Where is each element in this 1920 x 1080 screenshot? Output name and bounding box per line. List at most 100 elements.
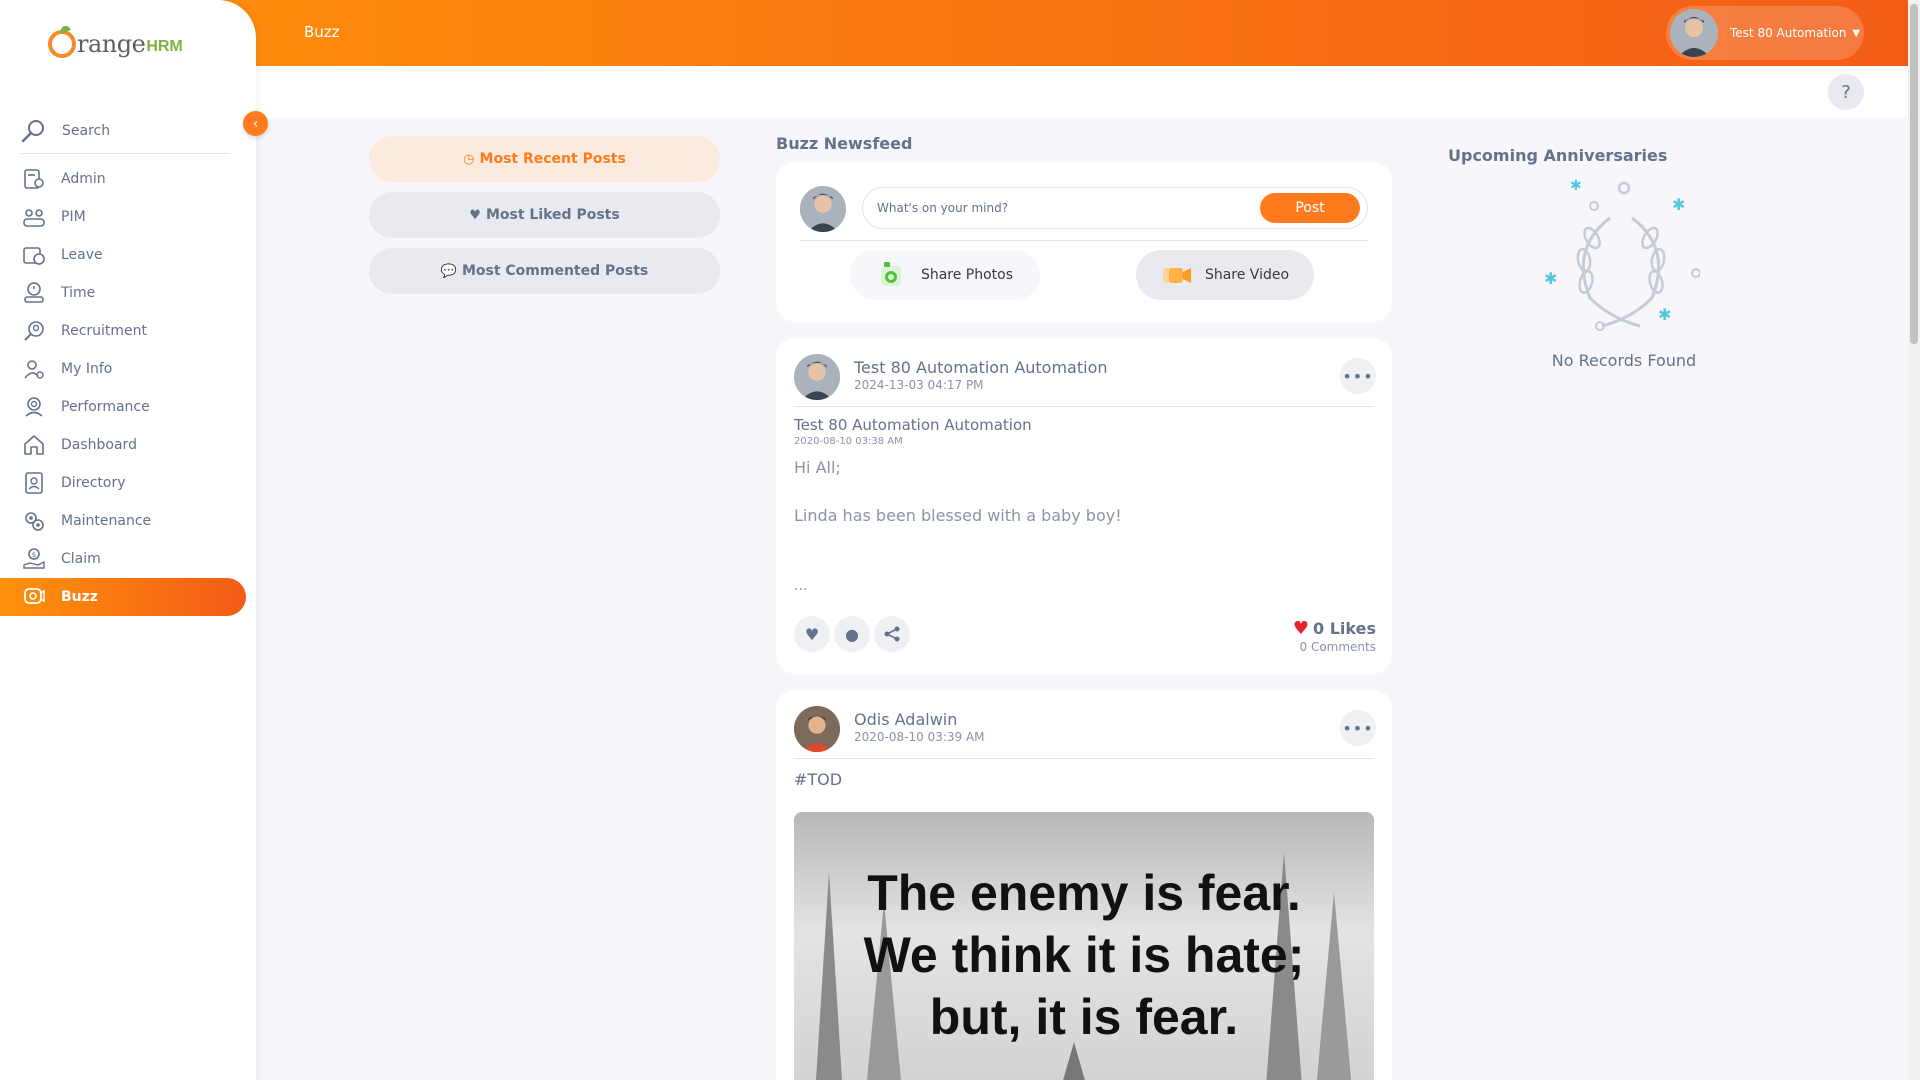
post-more-options-button[interactable]: ••• [1340, 358, 1376, 394]
heart-icon: ♥ [804, 624, 820, 644]
user-name: Test 80 Automation [1730, 26, 1847, 40]
more-dots-icon: ••• [1342, 366, 1374, 386]
buzz-icon [22, 585, 46, 609]
my-info-icon [22, 357, 46, 381]
sidebar-item-label: Buzz [61, 589, 98, 605]
sidebar-item-label: Performance [61, 399, 150, 415]
search-label: Search [62, 122, 111, 139]
likes-count: ♥ 0 Likes [1293, 618, 1376, 639]
sidebar-item-pim[interactable]: PIM [0, 198, 256, 236]
leave-icon [22, 243, 46, 267]
post-body-line: Linda has been blessed with a baby boy! [794, 506, 1122, 525]
sidebar-collapse-button[interactable]: ‹ [243, 111, 268, 136]
post-button[interactable]: Post [1260, 193, 1360, 223]
sidebar-item-maintenance[interactable]: Maintenance [0, 502, 256, 540]
help-button[interactable]: ? [1828, 74, 1864, 110]
like-button[interactable]: ♥ [794, 616, 830, 652]
post-composer: What's on your mind? Post Share Photos S… [776, 162, 1392, 322]
most-commented-posts-button[interactable]: 💬 Most Commented Posts [369, 248, 720, 294]
post-author-avatar[interactable] [794, 706, 840, 752]
search-icon [21, 119, 44, 142]
newsfeed-title: Buzz Newsfeed [776, 134, 913, 153]
pim-icon [22, 205, 46, 229]
comment-icon: 💬 [440, 263, 457, 279]
time-icon [22, 281, 46, 305]
page-scrollbar[interactable] [1908, 0, 1920, 1080]
sidebar: range HRM Search Admin PIM Leave Time Re… [0, 0, 256, 1080]
sidebar-item-time[interactable]: Time [0, 274, 256, 312]
sub-bar [0, 66, 1920, 118]
sidebar-item-leave[interactable]: Leave [0, 236, 256, 274]
post-author-name: Odis Adalwin [854, 710, 958, 729]
post-more-options-button[interactable]: ••• [1340, 710, 1376, 746]
maintenance-icon [22, 509, 46, 533]
post-body-line: Hi All; [794, 458, 841, 477]
post-date: 2020-08-10 03:39 AM [854, 730, 985, 744]
post-read-more[interactable]: ... [794, 578, 807, 594]
directory-icon [22, 471, 46, 495]
buzz-post: Odis Adalwin 2020-08-10 03:39 AM ••• #TO… [776, 690, 1392, 1080]
image-quote-text: The enemy is fear. We think it is hate; … [794, 862, 1374, 1048]
post-divider [794, 758, 1374, 759]
share-icon [884, 626, 900, 642]
more-dots-icon: ••• [1342, 718, 1374, 738]
sidebar-item-label: Maintenance [61, 513, 152, 529]
quote-line: but, it is fear. [929, 989, 1239, 1045]
scrollbar-thumb[interactable] [1910, 4, 1918, 344]
video-camera-icon [1162, 268, 1191, 283]
upcoming-anniversaries-title: Upcoming Anniversaries [1448, 146, 1668, 165]
clock-icon: ◷ [463, 151, 475, 167]
sidebar-item-dashboard[interactable]: Dashboard [0, 426, 256, 464]
composer-divider [800, 240, 1368, 241]
sidebar-item-label: PIM [61, 209, 86, 225]
most-recent-posts-button[interactable]: ◷ Most Recent Posts [369, 136, 720, 182]
sidebar-item-label: Directory [61, 475, 126, 491]
quote-line: The enemy is fear. [867, 865, 1301, 921]
shared-post-author: Test 80 Automation Automation [794, 416, 1032, 434]
buzz-post: Test 80 Automation Automation 2024-13-03… [776, 338, 1392, 674]
module-title: Buzz [304, 23, 340, 41]
svg-text:✱: ✱ [1658, 305, 1671, 324]
user-avatar [1670, 9, 1718, 57]
dashboard-icon [22, 433, 46, 457]
share-photos-button[interactable]: Share Photos [850, 250, 1040, 300]
post-image[interactable]: The enemy is fear. We think it is hate; … [794, 812, 1374, 1080]
share-photos-label: Share Photos [920, 267, 1014, 283]
orangehrm-logo[interactable]: range HRM [48, 30, 183, 58]
sidebar-item-label: Recruitment [61, 323, 148, 339]
laurel-wreath-icon: ✱ ✱ ✱ ✱ [1544, 178, 1700, 331]
heart-filled-icon: ♥ [1292, 618, 1310, 639]
buzz-filters: ◷ Most Recent Posts ♥ Most Liked Posts 💬… [369, 136, 720, 304]
svg-text:✱: ✱ [1570, 178, 1582, 194]
sidebar-item-directory[interactable]: Directory [0, 464, 256, 502]
share-button[interactable] [874, 616, 910, 652]
sidebar-item-admin[interactable]: Admin [0, 160, 256, 198]
post-author-avatar[interactable] [794, 354, 840, 400]
comments-count[interactable]: 0 Comments [1300, 640, 1377, 654]
sidebar-item-performance[interactable]: Performance [0, 388, 256, 426]
camera-icon [880, 262, 901, 286]
chevron-left-icon: ‹ [252, 115, 259, 132]
share-video-button[interactable]: Share Video [1136, 250, 1314, 300]
svg-text:✱: ✱ [1672, 195, 1685, 214]
most-liked-posts-button[interactable]: ♥ Most Liked Posts [369, 192, 720, 238]
user-dropdown[interactable]: Test 80 Automation ▼ [1666, 6, 1864, 60]
post-date: 2024-13-03 04:17 PM [854, 378, 984, 392]
sidebar-item-recruitment[interactable]: Recruitment [0, 312, 256, 350]
filter-label: Most Liked Posts [485, 207, 620, 223]
post-author-name: Test 80 Automation Automation [854, 358, 1108, 377]
top-bar: Buzz Test 80 Automation ▼ [0, 0, 1920, 66]
svg-text:$: $ [32, 551, 36, 559]
svg-text:✱: ✱ [1544, 269, 1557, 288]
no-records-found-label: No Records Found [1551, 351, 1697, 370]
comment-button[interactable]: ● [834, 616, 870, 652]
comment-icon: ● [845, 624, 859, 644]
sidebar-item-claim[interactable]: $ Claim [0, 540, 256, 578]
claim-icon: $ [22, 547, 46, 571]
sidebar-item-buzz[interactable]: Buzz [0, 578, 246, 616]
sidebar-search[interactable]: Search [20, 108, 230, 154]
shared-post-date: 2020-08-10 03:38 AM [794, 436, 903, 447]
sidebar-item-my-info[interactable]: My Info [0, 350, 256, 388]
post-divider [794, 406, 1374, 407]
sidebar-item-label: Leave [61, 247, 103, 263]
